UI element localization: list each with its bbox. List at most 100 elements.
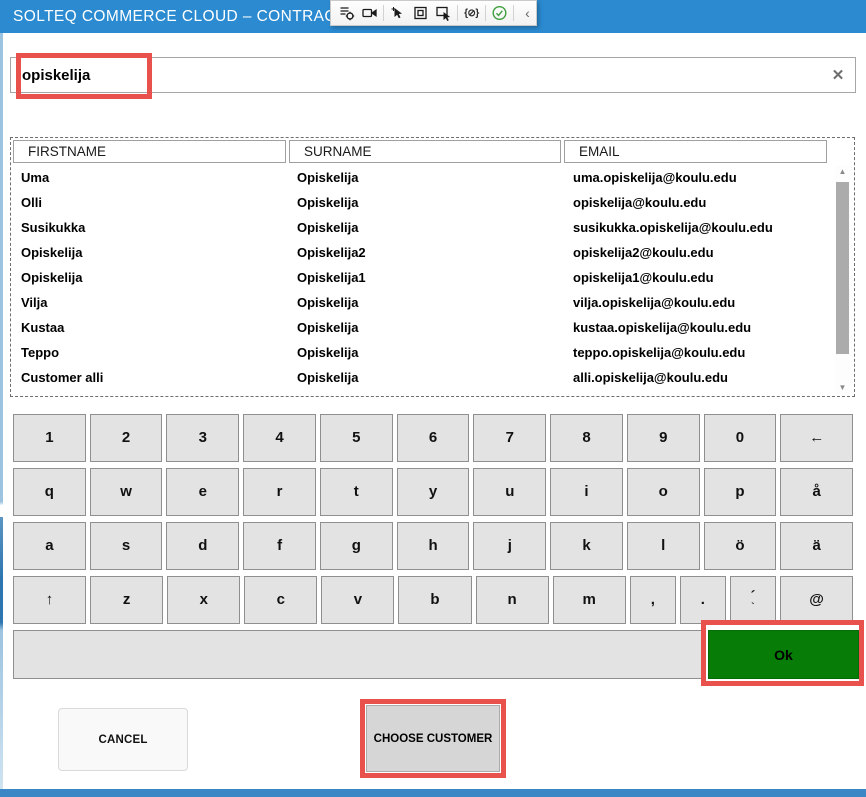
cell-surname: Opiskelija (289, 295, 565, 310)
cursor-capture-icon[interactable] (388, 4, 407, 22)
key-6[interactable]: 6 (397, 414, 470, 462)
camera-icon[interactable] (360, 4, 379, 22)
table-row[interactable]: UmaOpiskelijauma.opiskelija@koulu.edu (13, 165, 827, 190)
cell-email: uma.opiskelija@koulu.edu (565, 170, 827, 185)
table-row[interactable]: SusikukkaOpiskelijasusikukka.opiskelija@… (13, 215, 827, 240)
column-header-email[interactable]: EMAIL (564, 140, 827, 163)
key-l[interactable]: l (627, 522, 700, 570)
cell-email: vilja.opiskelija@koulu.edu (565, 295, 827, 310)
toolbar-separator (457, 5, 458, 21)
keyboard-bottom-row: Ok (13, 630, 853, 679)
keyboard-row-3: asdfghjklöä (13, 522, 853, 570)
chevron-left-icon[interactable]: ‹ (518, 4, 537, 22)
cell-surname: Opiskelija1 (289, 270, 565, 285)
code-braces-icon[interactable]: {⊘} (462, 4, 481, 22)
key-p[interactable]: p (704, 468, 777, 516)
key-4[interactable]: 4 (243, 414, 316, 462)
ok-button[interactable]: Ok (708, 630, 859, 679)
key-v[interactable]: v (321, 576, 394, 624)
key-k[interactable]: k (550, 522, 623, 570)
cell-firstname: Susikukka (13, 220, 289, 235)
check-circle-icon[interactable] (490, 4, 509, 22)
column-header-firstname[interactable]: FIRSTNAME (13, 140, 286, 163)
space-key[interactable] (13, 630, 702, 679)
table-row[interactable]: OlliOpiskelijaopiskelija@koulu.edu (13, 190, 827, 215)
key-f[interactable]: f (243, 522, 316, 570)
key-ä[interactable]: ä (780, 522, 853, 570)
key-comma[interactable]: , (630, 576, 676, 624)
key-d[interactable]: d (166, 522, 239, 570)
cell-surname: Opiskelija (289, 170, 565, 185)
table-row[interactable]: OpiskelijaOpiskelija2opiskelija2@koulu.e… (13, 240, 827, 265)
key-o[interactable]: o (627, 468, 700, 516)
table-row[interactable]: OpiskelijaOpiskelija1opiskelija1@koulu.e… (13, 265, 827, 290)
key-e[interactable]: e (166, 468, 239, 516)
region-select-icon[interactable] (411, 4, 430, 22)
region-cursor-icon[interactable] (434, 4, 453, 22)
scrollbar-thumb[interactable] (836, 182, 849, 354)
key-ö[interactable]: ö (704, 522, 777, 570)
key-t[interactable]: t (320, 468, 393, 516)
cell-surname: Opiskelija (289, 320, 565, 335)
cell-email: kustaa.opiskelija@koulu.edu (565, 320, 827, 335)
table-row[interactable]: Customer alliOpiskelijaalli.opiskelija@k… (13, 365, 827, 390)
table-row[interactable]: ViljaOpiskelijavilja.opiskelija@koulu.ed… (13, 290, 827, 315)
clear-search-icon[interactable]: ✕ (821, 66, 855, 84)
table-scrollbar[interactable]: ▲ ▼ (835, 166, 850, 394)
table-row[interactable]: KustaaOpiskelijakustaa.opiskelija@koulu.… (13, 315, 827, 340)
capture-toolbar: {⊘} ‹ (330, 0, 537, 26)
toolbar-separator (513, 5, 514, 21)
key-x[interactable]: x (167, 576, 240, 624)
choose-customer-button[interactable]: CHOOSE CUSTOMER (366, 705, 500, 772)
key-i[interactable]: i (550, 468, 623, 516)
key-y[interactable]: y (397, 468, 470, 516)
key-w[interactable]: w (90, 468, 163, 516)
scroll-up-icon[interactable]: ▲ (835, 166, 850, 178)
key-at[interactable]: @ (780, 576, 853, 624)
column-header-surname[interactable]: SURNAME (289, 140, 561, 163)
key-3[interactable]: 3 (166, 414, 239, 462)
window-bottom-edge (0, 789, 866, 797)
key-h[interactable]: h (397, 522, 470, 570)
cell-firstname: Vilja (13, 295, 289, 310)
key-b[interactable]: b (398, 576, 471, 624)
key-j[interactable]: j (473, 522, 546, 570)
key-r[interactable]: r (243, 468, 316, 516)
cancel-button[interactable]: CANCEL (58, 708, 188, 771)
key-å[interactable]: å (780, 468, 853, 516)
key-c[interactable]: c (244, 576, 317, 624)
key-u[interactable]: u (473, 468, 546, 516)
cell-firstname: Olli (13, 195, 289, 210)
key-5[interactable]: 5 (320, 414, 393, 462)
key-shift[interactable]: ↑ (13, 576, 86, 624)
cell-email: opiskelija1@koulu.edu (565, 270, 827, 285)
search-input[interactable] (11, 67, 821, 84)
customer-results-table: FIRSTNAME SURNAME EMAIL UmaOpiskelijauma… (10, 137, 855, 397)
scroll-down-icon[interactable]: ▼ (835, 382, 850, 394)
key-a[interactable]: a (13, 522, 86, 570)
key-2[interactable]: 2 (90, 414, 163, 462)
table-header-row: FIRSTNAME SURNAME EMAIL (13, 140, 852, 163)
key-accent[interactable]: ´` (730, 576, 776, 624)
cell-firstname: Opiskelija (13, 270, 289, 285)
key-n[interactable]: n (476, 576, 549, 624)
key-m[interactable]: m (553, 576, 626, 624)
key-7[interactable]: 7 (473, 414, 546, 462)
key-period[interactable]: . (680, 576, 726, 624)
key-z[interactable]: z (90, 576, 163, 624)
table-row[interactable]: TeppoOpiskelijateppo.opiskelija@koulu.ed… (13, 340, 827, 365)
key-backspace[interactable]: ← (780, 414, 853, 462)
customer-search-dialog: SOLTEQ COMMERCE CLOUD – CONTRACT CA {⊘}‹… (0, 0, 866, 797)
keyboard-row-4: ↑zxcvbnm,.´`@ (13, 576, 853, 624)
key-8[interactable]: 8 (550, 414, 623, 462)
cell-email: opiskelija2@koulu.edu (565, 245, 827, 260)
key-9[interactable]: 9 (627, 414, 700, 462)
cell-email: alli.opiskelija@koulu.edu (565, 370, 827, 385)
key-q[interactable]: q (13, 468, 86, 516)
key-0[interactable]: 0 (704, 414, 777, 462)
record-steps-icon[interactable] (337, 4, 356, 22)
key-g[interactable]: g (320, 522, 393, 570)
cell-firstname: Kustaa (13, 320, 289, 335)
key-1[interactable]: 1 (13, 414, 86, 462)
key-s[interactable]: s (90, 522, 163, 570)
